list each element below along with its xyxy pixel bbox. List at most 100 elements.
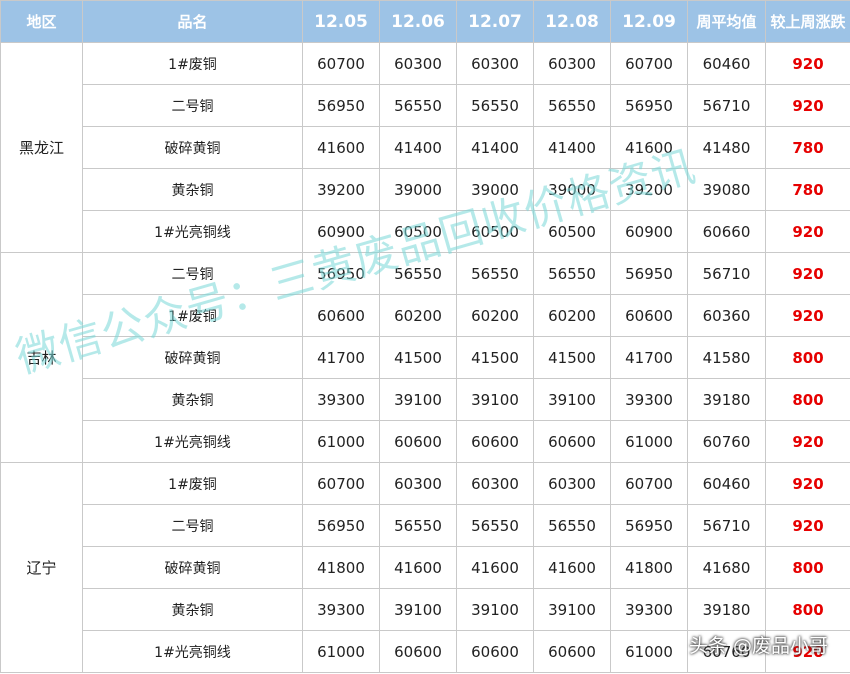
product-name-cell: 破碎黄铜 — [82, 546, 303, 589]
change-cell: 800 — [765, 336, 850, 379]
change-cell: 920 — [765, 420, 850, 463]
price-cell: 41500 — [379, 336, 457, 379]
price-cell: 60300 — [533, 42, 611, 85]
table-row: 1#光亮铜线 60900 60500 60500 60500 60900 60660 920 — [1, 210, 850, 253]
avg-cell: 39080 — [687, 168, 766, 211]
change-cell: 920 — [765, 210, 850, 253]
region-cell: 黑龙江 — [0, 42, 83, 253]
change-cell: 780 — [765, 168, 850, 211]
credit-label: 头条 @废品小哥 — [688, 635, 828, 657]
price-cell: 41600 — [456, 546, 534, 589]
price-cell: 56550 — [456, 84, 534, 127]
table-row: 1#废铜 60600 60200 60200 60200 60600 60360 920 — [1, 294, 850, 337]
header-region: 地区 — [0, 0, 83, 43]
price-table: 地区 品名 12.05 12.06 12.07 12.08 12.09 周平均值… — [0, 0, 850, 673]
price-cell: 61000 — [302, 420, 380, 463]
price-cell: 60600 — [533, 420, 611, 463]
price-cell: 56950 — [610, 504, 688, 547]
price-cell: 41400 — [379, 126, 457, 169]
avg-cell: 60460 — [687, 42, 766, 85]
region-cell: 辽宁 — [0, 462, 83, 673]
avg-cell: 56710 — [687, 504, 766, 547]
price-cell: 60600 — [379, 420, 457, 463]
header-date: 12.08 — [533, 0, 611, 43]
price-cell: 39200 — [610, 168, 688, 211]
table-row: 破碎黄铜 41600 41400 41400 41400 41600 41480 780 — [1, 126, 850, 169]
price-cell: 39200 — [302, 168, 380, 211]
price-cell: 56950 — [302, 84, 380, 127]
price-cell: 60500 — [456, 210, 534, 253]
price-cell: 41700 — [302, 336, 380, 379]
price-cell: 56950 — [302, 504, 380, 547]
table-body: 黑龙江 1#废铜 60700 60300 60300 60300 60700 60460 920… — [0, 42, 850, 673]
price-cell: 56950 — [610, 252, 688, 295]
change-cell: 920 — [765, 294, 850, 337]
price-cell: 39300 — [302, 378, 380, 421]
price-cell: 41600 — [610, 126, 688, 169]
price-cell: 39100 — [379, 588, 457, 631]
price-cell: 60600 — [379, 630, 457, 673]
price-cell: 39100 — [456, 378, 534, 421]
price-cell: 56550 — [379, 84, 457, 127]
price-cell: 41500 — [533, 336, 611, 379]
price-cell: 60300 — [456, 42, 534, 85]
price-cell: 60700 — [610, 462, 688, 505]
price-cell: 39100 — [379, 378, 457, 421]
price-cell: 41600 — [302, 126, 380, 169]
price-cell: 41800 — [610, 546, 688, 589]
price-cell: 56550 — [379, 252, 457, 295]
product-name-cell: 1#光亮铜线 — [82, 630, 303, 673]
header-row: 地区 品名 12.05 12.06 12.07 12.08 12.09 周平均值… — [0, 0, 850, 43]
avg-cell: 41480 — [687, 126, 766, 169]
price-cell: 41500 — [456, 336, 534, 379]
price-cell: 60300 — [533, 462, 611, 505]
avg-cell: 60760 — [687, 420, 766, 463]
price-cell: 60300 — [379, 462, 457, 505]
header-date: 12.09 — [610, 0, 688, 43]
table-row: 吉林 二号铜 56950 56550 56550 56550 56950 56710 920 — [0, 252, 850, 463]
product-name-cell: 1#光亮铜线 — [82, 210, 303, 253]
avg-cell: 39180 — [687, 588, 766, 631]
avg-cell: 56710 — [687, 252, 766, 295]
price-cell: 60600 — [456, 630, 534, 673]
price-cell: 39300 — [610, 588, 688, 631]
product-name-cell: 破碎黄铜 — [82, 336, 303, 379]
price-cell: 56550 — [533, 84, 611, 127]
avg-cell: 41680 — [687, 546, 766, 589]
header-change: 较上周涨跌 — [765, 0, 850, 43]
price-cell: 60300 — [456, 462, 534, 505]
price-cell: 41400 — [456, 126, 534, 169]
change-cell: 920 — [765, 42, 850, 85]
price-cell: 56550 — [533, 252, 611, 295]
price-cell: 60900 — [302, 210, 380, 253]
price-cell: 41800 — [302, 546, 380, 589]
product-name-cell: 黄杂铜 — [82, 378, 303, 421]
price-cell: 39100 — [456, 588, 534, 631]
header-date: 12.05 — [302, 0, 380, 43]
price-cell: 41600 — [533, 546, 611, 589]
avg-cell: 39180 — [687, 378, 766, 421]
table-row: 黄杂铜 39200 39000 39000 39000 39200 39080 780 — [1, 168, 850, 211]
table-row: 二号铜 56950 56550 56550 56550 56950 56710 920 — [1, 504, 850, 547]
price-cell: 56550 — [379, 504, 457, 547]
price-cell: 60900 — [610, 210, 688, 253]
change-cell: 920 — [765, 504, 850, 547]
table-row: 黑龙江 1#废铜 60700 60300 60300 60300 60700 60460 920 — [0, 42, 850, 253]
price-cell: 60200 — [533, 294, 611, 337]
product-name-cell: 1#废铜 — [82, 462, 303, 505]
avg-cell: 60360 — [687, 294, 766, 337]
price-cell: 60500 — [533, 210, 611, 253]
change-cell: 800 — [765, 588, 850, 631]
product-name-cell: 1#废铜 — [82, 42, 303, 85]
product-name-cell: 二号铜 — [82, 84, 303, 127]
price-cell: 60500 — [379, 210, 457, 253]
price-cell: 39300 — [302, 588, 380, 631]
product-name-cell: 二号铜 — [82, 504, 303, 547]
table-row: 黄杂铜 39300 39100 39100 39100 39300 39180 800 — [1, 588, 850, 631]
price-cell: 41600 — [379, 546, 457, 589]
price-cell: 39000 — [379, 168, 457, 211]
avg-cell: 60460 — [687, 462, 766, 505]
price-cell: 60200 — [379, 294, 457, 337]
price-cell: 61000 — [610, 630, 688, 673]
price-cell: 56950 — [302, 252, 380, 295]
